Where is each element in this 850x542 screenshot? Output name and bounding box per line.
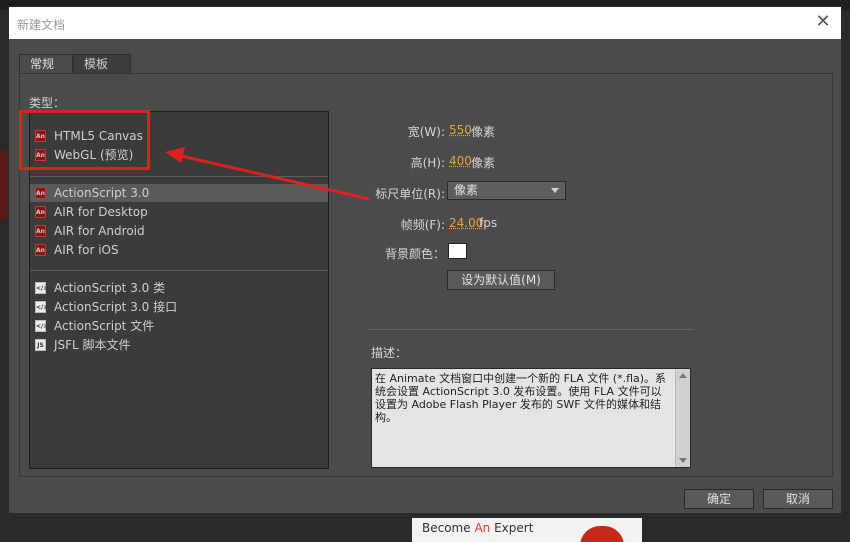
height-label: 高(H): [410, 156, 445, 170]
description-scrollbar[interactable] [675, 369, 690, 467]
ruler-units-select[interactable]: 像素 [447, 181, 566, 200]
background-color-swatch[interactable] [448, 243, 467, 259]
promo-text-accent: An [474, 521, 491, 535]
width-unit: 像素 [471, 125, 496, 139]
scroll-down-icon[interactable] [679, 458, 687, 463]
background-promo-banner: Become An Expert [412, 518, 642, 542]
promo-text-prefix: Become [422, 521, 475, 535]
background-color-label: 背景颜色： [384, 247, 445, 261]
section-divider [369, 329, 693, 330]
cancel-button[interactable]: 取消 [763, 489, 833, 509]
frame-rate-unit: fps [479, 216, 498, 230]
promo-graphic [580, 526, 624, 542]
set-default-button[interactable]: 设为默认值(M) [447, 270, 555, 290]
promo-text-suffix: Expert [490, 521, 534, 535]
height-value[interactable]: 400 [449, 154, 472, 168]
description-box: 在 Animate 文档窗口中创建一个新的 FLA 文件 (*.fla)。系统会… [371, 368, 691, 468]
background-left-edge [0, 150, 8, 220]
description-label: 描述： [371, 346, 408, 360]
frame-rate-label: 帧频(F): [400, 218, 445, 232]
ok-button[interactable]: 确定 [684, 489, 754, 509]
width-value[interactable]: 550 [449, 123, 472, 137]
chevron-down-icon [551, 188, 559, 193]
height-unit: 像素 [471, 156, 496, 170]
ruler-units-value: 像素 [454, 183, 479, 197]
ruler-units-label: 标尺单位(R): [375, 187, 445, 201]
scroll-up-icon[interactable] [679, 373, 687, 378]
width-label: 宽(W): [407, 125, 445, 139]
description-text: 在 Animate 文档窗口中创建一个新的 FLA 文件 (*.fla)。系统会… [375, 372, 667, 424]
new-document-dialog: 新建文档 ✕ 常规 模板 类型： An HTML5 Canvas An WebGL … [8, 6, 842, 514]
